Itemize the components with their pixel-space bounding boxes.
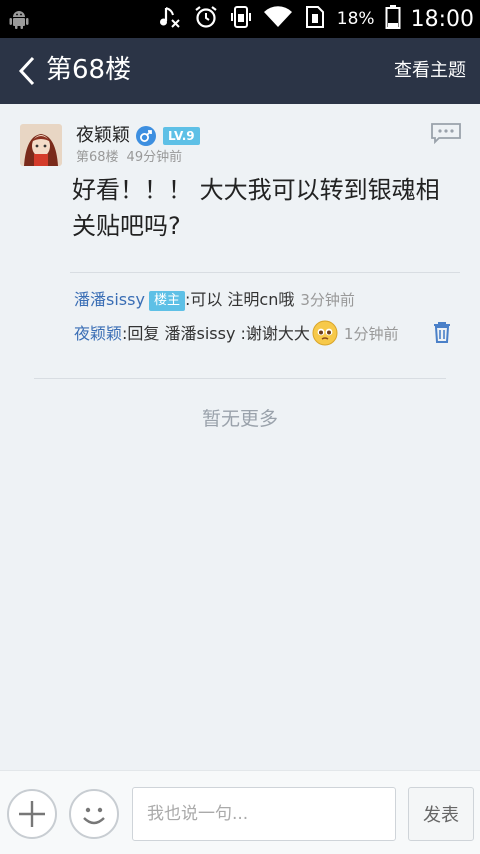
post-username[interactable]: 夜颖颖 <box>76 124 130 148</box>
male-icon <box>136 126 156 146</box>
status-bar: 18% 18:00 <box>0 0 480 38</box>
send-button[interactable]: 发表 <box>408 787 474 841</box>
plus-icon <box>19 801 45 827</box>
comment-more-icon <box>431 123 461 145</box>
reply-time: 3分钟前 <box>300 291 355 309</box>
host-badge: 楼主 <box>148 291 185 311</box>
clock: 18:00 <box>410 6 474 32</box>
chevron-left-icon <box>18 56 35 86</box>
wifi-icon <box>263 5 293 33</box>
floor-info: 第68楼 49分钟前 <box>76 149 182 167</box>
divider <box>70 272 460 273</box>
alarm-icon <box>193 4 219 34</box>
reply-username[interactable]: 夜颖颖 <box>74 324 122 343</box>
reply-text: 可以 注明cn哦 <box>190 290 295 309</box>
reply-bar: 发表 <box>0 770 480 854</box>
reply-input-box[interactable] <box>132 787 396 841</box>
trash-icon <box>434 322 450 343</box>
battery-percent: 18% <box>336 9 375 29</box>
emoji-button[interactable] <box>69 789 119 839</box>
reply-username[interactable]: 潘潘sissy <box>74 290 145 309</box>
back-button[interactable] <box>10 52 44 90</box>
no-more-text: 暂无更多 <box>201 408 278 430</box>
vibrate-icon <box>229 4 253 34</box>
view-topic-button[interactable]: 查看主题 <box>394 58 466 84</box>
delete-reply-button[interactable] <box>432 321 452 343</box>
battery-icon <box>385 4 401 34</box>
header: 第68楼 查看主题 <box>0 38 480 104</box>
reply-item[interactable]: 夜颖颖:回复 潘潘sissy :谢谢大大 1分钟前 <box>74 320 404 346</box>
sim-icon <box>303 4 327 34</box>
level-badge: LV.9 <box>163 127 200 145</box>
music-off-icon <box>157 4 183 34</box>
pleading-face-icon <box>312 320 338 346</box>
avatar[interactable] <box>20 124 62 166</box>
reply-item[interactable]: 潘潘sissy 楼主:可以 注明cn哦 3分钟前 <box>74 289 464 311</box>
reply-input[interactable] <box>133 788 395 840</box>
post-content: 好看！！！ 大大我可以转到银魂相关贴吧吗? <box>72 176 440 240</box>
post-time: 49分钟前 <box>126 150 183 165</box>
reply-text: 回复 潘潘sissy :谢谢大大 <box>127 324 310 343</box>
floor-number: 第68楼 <box>76 150 119 165</box>
page-title: 第68楼 <box>46 55 132 85</box>
smiley-icon <box>83 807 105 825</box>
android-icon <box>8 8 30 34</box>
add-attachment-button[interactable] <box>7 789 57 839</box>
reply-time: 1分钟前 <box>343 325 399 343</box>
divider <box>34 378 446 379</box>
more-options-button[interactable] <box>430 122 462 145</box>
